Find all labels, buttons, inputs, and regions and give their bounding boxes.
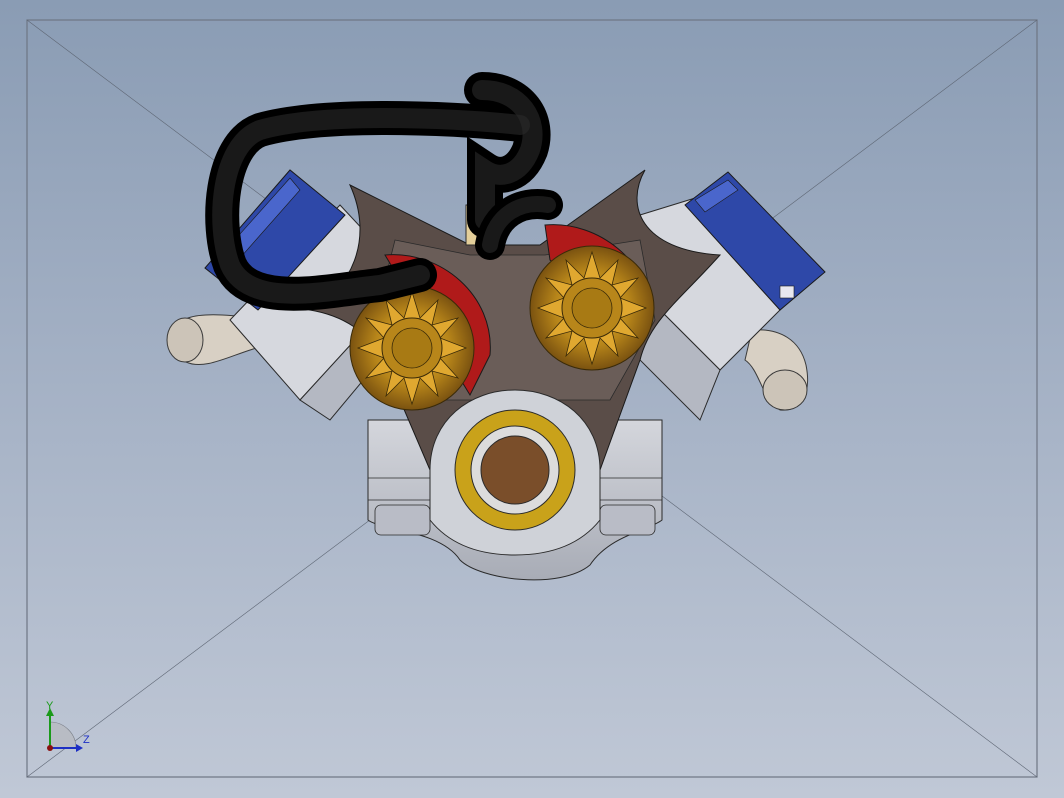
cad-viewport[interactable]	[0, 0, 1064, 798]
coordinate-triad	[46, 708, 83, 752]
engine-model[interactable]	[166, 72, 826, 581]
right-exhaust-pipe[interactable]	[744, 329, 808, 411]
front-cover[interactable]	[429, 389, 601, 556]
left-cam-gear[interactable]	[349, 285, 475, 411]
triad-z-label: Z	[83, 734, 90, 746]
right-cam-gear[interactable]	[529, 245, 655, 371]
triad-y-label: Y	[46, 700, 54, 712]
crank-bore	[480, 435, 550, 505]
